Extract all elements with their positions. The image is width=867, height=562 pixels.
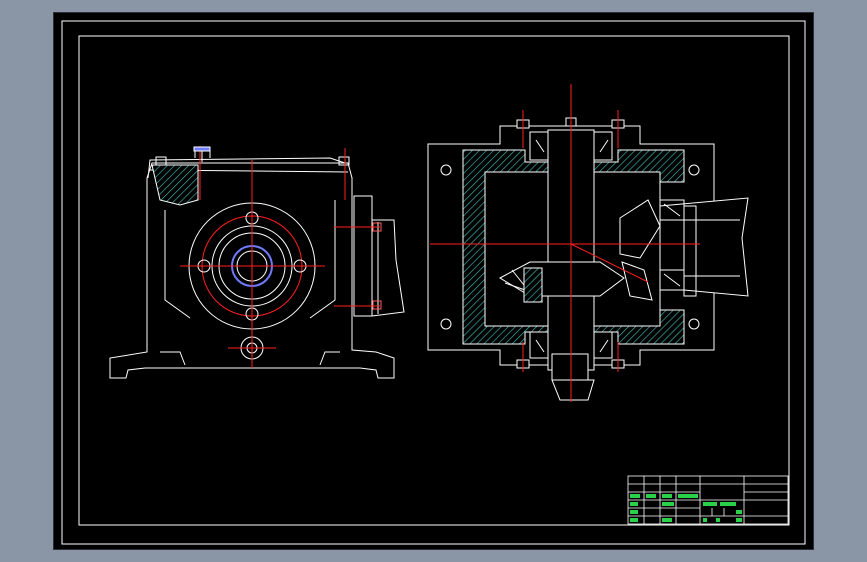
side-view-centerlines: [180, 146, 380, 368]
title-block: [627, 475, 789, 525]
cad-viewport[interactable]: [0, 0, 867, 562]
drawing-sheet: [54, 13, 813, 549]
top-section-view: [427, 117, 749, 401]
gearbox-drawing: [61, 20, 806, 545]
side-view: [109, 149, 405, 379]
